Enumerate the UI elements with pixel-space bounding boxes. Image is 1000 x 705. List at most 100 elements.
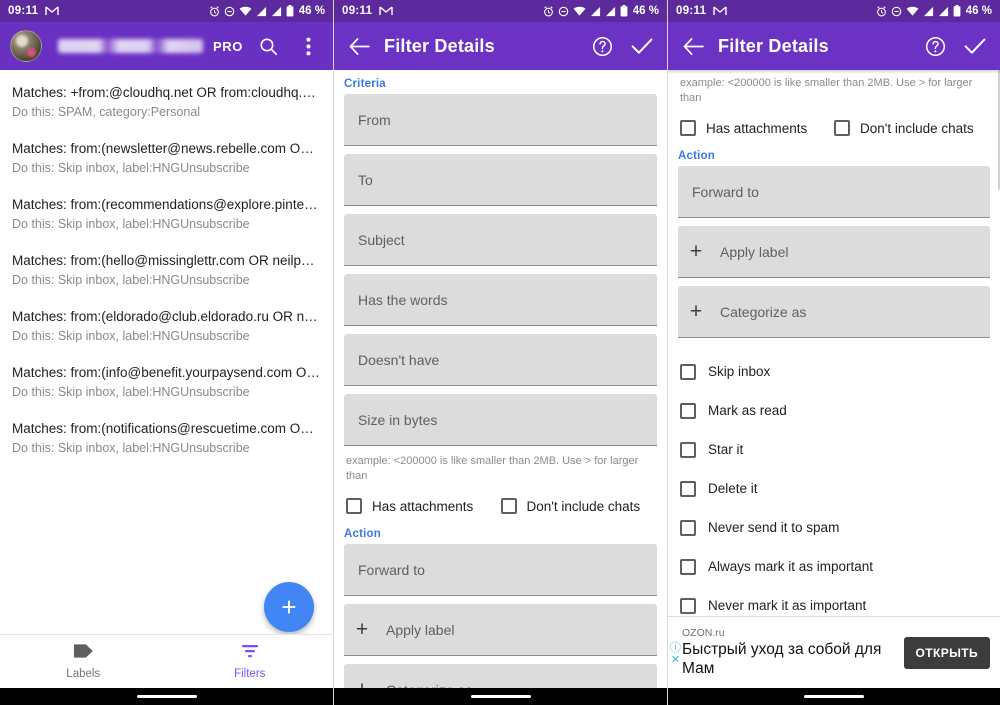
ad-close-icon[interactable]: ✕ [671,655,680,666]
checkbox-skip-inbox[interactable]: Skip inbox [680,352,988,391]
filter-list-item[interactable]: Matches: from:(info@benefit.yourpaysend.… [0,354,333,410]
battery-percent: 46 % [298,5,325,17]
plus-icon: + [689,300,703,323]
field-doesnt-have[interactable]: Doesn't have [344,334,657,386]
field-size-in-bytes[interactable]: Size in bytes [344,394,657,446]
battery-percent: 46 % [632,5,659,17]
status-bar-left: 09:11 [676,5,727,17]
checkbox-has-attachments[interactable]: Has attachments [680,120,834,136]
filter-action-text: Do this: Skip inbox, label:HNGUnsubscrib… [12,385,250,399]
checkbox-box[interactable] [680,402,696,419]
wifi-icon [573,6,586,17]
help-circle-icon[interactable] [587,31,617,61]
gesture-pill[interactable] [470,695,531,698]
filter-list-item[interactable]: Matches: from:(recommendations@explore.p… [0,186,333,242]
field-placeholder: Has the words [358,291,448,308]
app-bar-account: PRO [0,22,333,70]
ad-banner[interactable]: OZON.ru Быстрый уход за собой для Мам ОТ… [668,616,1000,688]
filter-action-text: Do this: Skip inbox, label:HNGUnsubscrib… [12,329,250,343]
gesture-pill[interactable] [136,695,197,698]
filter-list-item[interactable]: Matches: from:(newsletter@news.rebelle.c… [0,130,333,186]
bottom-navigation: Labels Filters [0,634,333,688]
field-placeholder: Apply label [720,243,789,260]
status-bar-left: 09:11 [8,5,59,17]
checkbox-box[interactable] [346,498,362,514]
filter-list-item[interactable]: Matches: +from:@cloudhq.net OR from:clou… [0,74,333,130]
plus-icon: + [689,240,703,263]
checkbox-box[interactable] [680,558,696,575]
checkbox-box[interactable] [680,519,696,536]
filter-match-text: Matches: from:(info@benefit.yourpaysend.… [12,365,321,380]
field-to[interactable]: To [344,154,657,206]
field-apply-label[interactable]: + Apply label [344,604,657,656]
search-icon[interactable] [253,31,283,61]
field-forward-to[interactable]: Forward to [678,166,990,218]
checkbox-always-mark-important[interactable]: Always mark it as important [680,547,988,586]
gmail-icon [379,6,393,16]
filter-action-text: Do this: Skip inbox, label:HNGUnsubscrib… [12,161,250,175]
arrow-back-icon[interactable] [678,31,708,61]
checkbox-label: Delete it [708,481,758,496]
field-from[interactable]: From [344,94,657,146]
signal-icon [590,6,601,17]
criteria-checkbox-row: Has attachments Don't include chats [668,116,1000,142]
filter-list-item[interactable]: Matches: from:(notifications@rescuetime.… [0,410,333,466]
wifi-icon [906,6,919,17]
pro-badge[interactable]: PRO [213,39,243,54]
checkbox-box[interactable] [680,441,696,458]
field-forward-to[interactable]: Forward to [344,544,657,596]
battery-icon [620,5,628,17]
checkbox-box[interactable] [834,120,850,136]
gesture-pill[interactable] [804,695,864,698]
checkbox-dont-include-chats[interactable]: Don't include chats [834,120,988,136]
checkbox-delete-it[interactable]: Delete it [680,469,988,508]
nav-item-labels[interactable]: Labels [0,643,167,680]
filter-match-text: Matches: from:(hello@missinglettr.com OR… [12,253,321,268]
section-label-action: Action [344,528,381,540]
checkbox-mark-as-read[interactable]: Mark as read [680,391,988,430]
filter-list: Matches: +from:@cloudhq.net OR from:clou… [0,70,333,466]
help-circle-icon[interactable] [920,31,950,61]
checkbox-has-attachments[interactable]: Has attachments [346,498,501,514]
filter-action-text: Do this: Skip inbox, label:HNGUnsubscrib… [12,273,250,287]
check-icon[interactable] [960,31,990,61]
status-bar-right: 46 % [209,5,325,17]
filter-list-item[interactable]: Matches: from:(eldorado@club.eldorado.ru… [0,298,333,354]
battery-percent: 46 % [965,5,992,17]
filter-action-text: Do this: Skip inbox, label:HNGUnsubscrib… [12,217,250,231]
ad-info-icon[interactable]: ⓘ [670,643,681,654]
filter-form-scroll[interactable]: example: <200000 is like smaller than 2M… [668,70,1000,688]
filter-form-scroll[interactable]: Criteria From To Subject Has the words D… [334,70,667,688]
checkbox-label: Don't include chats [860,120,974,136]
checkbox-star-it[interactable]: Star it [680,430,988,469]
checkbox-box[interactable] [680,363,696,380]
size-hint-text: example: <200000 is like smaller than 2M… [346,455,639,482]
status-time: 09:11 [8,5,39,17]
add-filter-fab[interactable]: + [264,582,314,632]
filter-match-text: Matches: from:(recommendations@explore.p… [12,197,321,212]
field-apply-label[interactable]: + Apply label [678,226,990,278]
app-bar-filter-details: Filter Details [668,22,1000,70]
ad-cta-button[interactable]: ОТКРЫТЬ [903,636,990,669]
field-categorize-as[interactable]: + Categorize as [344,664,657,688]
filter-list-item[interactable]: Matches: from:(hello@missinglettr.com OR… [0,242,333,298]
nav-item-filters[interactable]: Filters [167,643,334,680]
field-subject[interactable]: Subject [344,214,657,266]
avatar[interactable] [10,30,42,62]
arrow-back-icon[interactable] [344,31,374,61]
signal-2-icon [938,6,949,17]
check-icon[interactable] [627,31,657,61]
checkbox-box[interactable] [680,480,696,497]
field-placeholder: Forward to [692,183,759,200]
status-bar: 09:11 46 % [668,0,1000,22]
checkbox-box[interactable] [500,498,517,514]
do-not-disturb-icon [224,6,235,17]
checkbox-never-send-to-spam[interactable]: Never send it to spam [680,508,988,547]
checkbox-box[interactable] [680,597,696,614]
field-categorize-as[interactable]: + Categorize as [678,286,990,338]
more-vert-icon[interactable] [293,31,323,61]
checkbox-dont-include-chats[interactable]: Don't include chats [500,498,656,514]
checkbox-box[interactable] [680,120,696,136]
field-has-the-words[interactable]: Has the words [344,274,657,326]
status-bar-right: 46 % [543,5,659,17]
